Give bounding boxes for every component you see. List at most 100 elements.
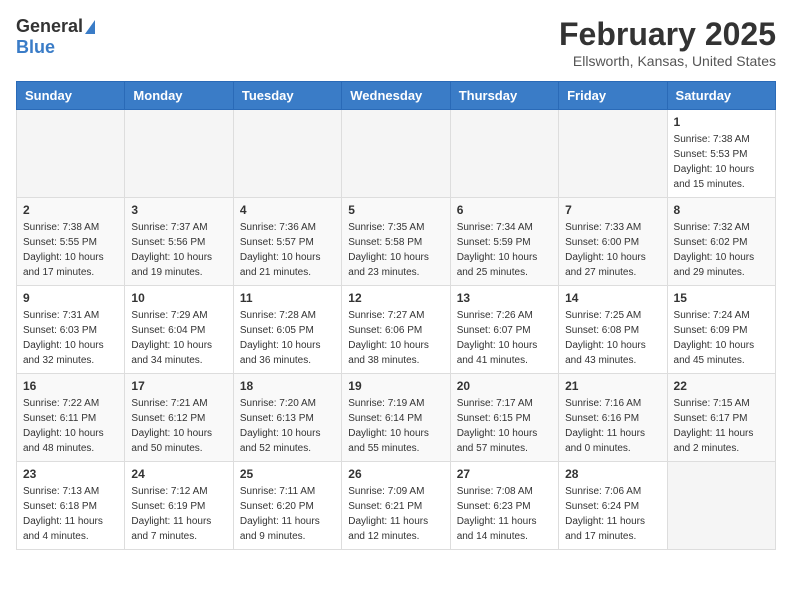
day-info: Sunrise: 7:25 AM Sunset: 6:08 PM Dayligh…	[565, 308, 660, 368]
calendar-cell: 4 Sunrise: 7:36 AM Sunset: 5:57 PM Daylig…	[233, 198, 341, 286]
weekday-header-friday: Friday	[559, 82, 667, 110]
calendar-week-5: 23 Sunrise: 7:13 AM Sunset: 6:18 PM Dayli…	[17, 462, 776, 550]
day-number: 20	[457, 379, 552, 393]
day-number: 14	[565, 291, 660, 305]
logo: General Blue	[16, 16, 95, 58]
day-number: 21	[565, 379, 660, 393]
day-info: Sunrise: 7:17 AM Sunset: 6:15 PM Dayligh…	[457, 396, 552, 456]
day-number: 5	[348, 203, 443, 217]
day-number: 17	[131, 379, 226, 393]
calendar-cell	[667, 462, 775, 550]
calendar-cell: 2Sunrise: 7:38 AM Sunset: 5:55 PM Daylig…	[17, 198, 125, 286]
calendar-cell: 6Sunrise: 7:34 AM Sunset: 5:59 PM Daylig…	[450, 198, 558, 286]
calendar-cell: 13 Sunrise: 7:26 AM Sunset: 6:07 PM Dayli…	[450, 286, 558, 374]
day-number: 26	[348, 467, 443, 481]
weekday-header-saturday: Saturday	[667, 82, 775, 110]
logo-triangle-icon	[85, 20, 95, 34]
calendar-cell: 27 Sunrise: 7:08 AM Sunset: 6:23 PM Dayli…	[450, 462, 558, 550]
calendar-cell: 25 Sunrise: 7:11 AM Sunset: 6:20 PM Dayli…	[233, 462, 341, 550]
day-number: 12	[348, 291, 443, 305]
calendar-body: 1 Sunrise: 7:38 AM Sunset: 5:53 PM Daylig…	[17, 110, 776, 550]
day-number: 25	[240, 467, 335, 481]
day-number: 4	[240, 203, 335, 217]
calendar-cell	[233, 110, 341, 198]
day-number: 18	[240, 379, 335, 393]
calendar-cell	[342, 110, 450, 198]
weekday-header-sunday: Sunday	[17, 82, 125, 110]
day-number: 11	[240, 291, 335, 305]
calendar-cell: 21Sunrise: 7:16 AM Sunset: 6:16 PM Dayli…	[559, 374, 667, 462]
day-info: Sunrise: 7:33 AM Sunset: 6:00 PM Dayligh…	[565, 220, 660, 280]
day-info: Sunrise: 7:26 AM Sunset: 6:07 PM Dayligh…	[457, 308, 552, 368]
calendar-cell: 28 Sunrise: 7:06 AM Sunset: 6:24 PM Dayli…	[559, 462, 667, 550]
calendar-cell: 7 Sunrise: 7:33 AM Sunset: 6:00 PM Daylig…	[559, 198, 667, 286]
day-info: Sunrise: 7:31 AM Sunset: 6:03 PM Dayligh…	[23, 308, 118, 368]
day-number: 23	[23, 467, 118, 481]
day-number: 7	[565, 203, 660, 217]
weekday-header-monday: Monday	[125, 82, 233, 110]
calendar-cell: 19Sunrise: 7:19 AM Sunset: 6:14 PM Dayli…	[342, 374, 450, 462]
day-info: Sunrise: 7:21 AM Sunset: 6:12 PM Dayligh…	[131, 396, 226, 456]
day-info: Sunrise: 7:35 AM Sunset: 5:58 PM Dayligh…	[348, 220, 443, 280]
calendar-cell: 5 Sunrise: 7:35 AM Sunset: 5:58 PM Daylig…	[342, 198, 450, 286]
day-number: 24	[131, 467, 226, 481]
calendar-cell: 10Sunrise: 7:29 AM Sunset: 6:04 PM Dayli…	[125, 286, 233, 374]
weekday-header-thursday: Thursday	[450, 82, 558, 110]
day-number: 13	[457, 291, 552, 305]
calendar-cell: 12 Sunrise: 7:27 AM Sunset: 6:06 PM Dayli…	[342, 286, 450, 374]
calendar-cell	[559, 110, 667, 198]
day-info: Sunrise: 7:27 AM Sunset: 6:06 PM Dayligh…	[348, 308, 443, 368]
day-info: Sunrise: 7:12 AM Sunset: 6:19 PM Dayligh…	[131, 484, 226, 544]
day-info: Sunrise: 7:36 AM Sunset: 5:57 PM Dayligh…	[240, 220, 335, 280]
day-info: Sunrise: 7:11 AM Sunset: 6:20 PM Dayligh…	[240, 484, 335, 544]
weekday-header-wednesday: Wednesday	[342, 82, 450, 110]
day-info: Sunrise: 7:13 AM Sunset: 6:18 PM Dayligh…	[23, 484, 118, 544]
day-info: Sunrise: 7:38 AM Sunset: 5:55 PM Dayligh…	[23, 220, 118, 280]
day-info: Sunrise: 7:06 AM Sunset: 6:24 PM Dayligh…	[565, 484, 660, 544]
day-info: Sunrise: 7:09 AM Sunset: 6:21 PM Dayligh…	[348, 484, 443, 544]
calendar-cell	[17, 110, 125, 198]
day-info: Sunrise: 7:38 AM Sunset: 5:53 PM Dayligh…	[674, 132, 769, 192]
calendar-cell: 18 Sunrise: 7:20 AM Sunset: 6:13 PM Dayli…	[233, 374, 341, 462]
weekday-header-row: SundayMondayTuesdayWednesdayThursdayFrid…	[17, 82, 776, 110]
day-info: Sunrise: 7:24 AM Sunset: 6:09 PM Dayligh…	[674, 308, 769, 368]
calendar-cell: 9 Sunrise: 7:31 AM Sunset: 6:03 PM Daylig…	[17, 286, 125, 374]
day-number: 28	[565, 467, 660, 481]
day-info: Sunrise: 7:22 AM Sunset: 6:11 PM Dayligh…	[23, 396, 118, 456]
day-number: 3	[131, 203, 226, 217]
calendar-cell: 1 Sunrise: 7:38 AM Sunset: 5:53 PM Daylig…	[667, 110, 775, 198]
calendar-cell: 3 Sunrise: 7:37 AM Sunset: 5:56 PM Daylig…	[125, 198, 233, 286]
calendar-cell: 14 Sunrise: 7:25 AM Sunset: 6:08 PM Dayli…	[559, 286, 667, 374]
calendar-cell	[450, 110, 558, 198]
day-number: 10	[131, 291, 226, 305]
day-number: 27	[457, 467, 552, 481]
calendar-cell: 22Sunrise: 7:15 AM Sunset: 6:17 PM Dayli…	[667, 374, 775, 462]
day-info: Sunrise: 7:34 AM Sunset: 5:59 PM Dayligh…	[457, 220, 552, 280]
calendar-cell	[125, 110, 233, 198]
location-subtitle: Ellsworth, Kansas, United States	[559, 53, 776, 69]
calendar-table: SundayMondayTuesdayWednesdayThursdayFrid…	[16, 81, 776, 550]
day-info: Sunrise: 7:28 AM Sunset: 6:05 PM Dayligh…	[240, 308, 335, 368]
calendar-header: SundayMondayTuesdayWednesdayThursdayFrid…	[17, 82, 776, 110]
weekday-header-tuesday: Tuesday	[233, 82, 341, 110]
page-header: General Blue February 2025 Ellsworth, Ka…	[16, 16, 776, 69]
calendar-cell: 15 Sunrise: 7:24 AM Sunset: 6:09 PM Dayli…	[667, 286, 775, 374]
calendar-cell: 8Sunrise: 7:32 AM Sunset: 6:02 PM Daylig…	[667, 198, 775, 286]
calendar-cell: 26 Sunrise: 7:09 AM Sunset: 6:21 PM Dayli…	[342, 462, 450, 550]
day-number: 19	[348, 379, 443, 393]
logo-general-text: General	[16, 16, 83, 37]
calendar-cell: 24 Sunrise: 7:12 AM Sunset: 6:19 PM Dayli…	[125, 462, 233, 550]
calendar-week-1: 1 Sunrise: 7:38 AM Sunset: 5:53 PM Daylig…	[17, 110, 776, 198]
calendar-cell: 23 Sunrise: 7:13 AM Sunset: 6:18 PM Dayli…	[17, 462, 125, 550]
day-info: Sunrise: 7:32 AM Sunset: 6:02 PM Dayligh…	[674, 220, 769, 280]
logo-blue-text: Blue	[16, 37, 55, 58]
title-block: February 2025 Ellsworth, Kansas, United …	[559, 16, 776, 69]
day-info: Sunrise: 7:08 AM Sunset: 6:23 PM Dayligh…	[457, 484, 552, 544]
day-info: Sunrise: 7:37 AM Sunset: 5:56 PM Dayligh…	[131, 220, 226, 280]
day-info: Sunrise: 7:20 AM Sunset: 6:13 PM Dayligh…	[240, 396, 335, 456]
day-number: 15	[674, 291, 769, 305]
calendar-week-4: 16Sunrise: 7:22 AM Sunset: 6:11 PM Dayli…	[17, 374, 776, 462]
day-number: 9	[23, 291, 118, 305]
day-number: 1	[674, 115, 769, 129]
calendar-cell: 16Sunrise: 7:22 AM Sunset: 6:11 PM Dayli…	[17, 374, 125, 462]
